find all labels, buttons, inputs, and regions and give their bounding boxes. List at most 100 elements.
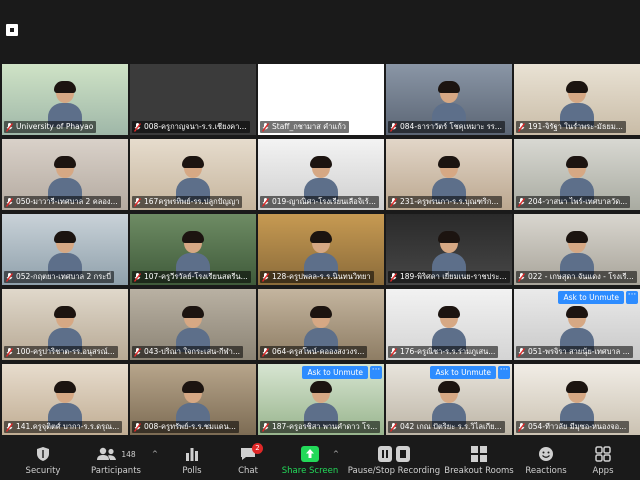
participant-avatar — [48, 306, 82, 352]
participant-tile[interactable]: 204-วาสนา ไพร์-เทศบาลวัด... — [514, 139, 640, 210]
participant-tile[interactable]: 050-มาวารี-เทศบาล 2 คลอง... — [2, 139, 128, 210]
reactions-button[interactable]: Reactions — [524, 440, 568, 480]
people-icon: 148 — [96, 444, 136, 464]
mic-muted-icon — [261, 422, 270, 432]
pause-stop-recording-button[interactable]: Pause/Stop Recording — [346, 440, 442, 480]
participant-name-label: 141.ครูจุติตศ์ บากา-ร.ร.ดรุณ... — [4, 421, 123, 433]
participant-tile[interactable]: 008-ครูทรัพย์-ร.ร.ชมแดน... — [130, 364, 256, 435]
mic-muted-icon — [261, 122, 270, 132]
participant-name-label: Staff_กชามาส คำแก้ว — [260, 121, 349, 133]
breakout-rooms-button[interactable]: Breakout Rooms — [444, 440, 514, 480]
participant-tile[interactable]: University of Phayao — [2, 64, 128, 135]
participant-tile[interactable]: 064-ครูสโพน์-คอองสงวงร... — [258, 289, 384, 360]
participant-tile[interactable]: 107-ครูวีรวัลย์-โรงเรียนสตรีน... — [130, 214, 256, 285]
participant-avatar — [304, 231, 338, 277]
more-options-button[interactable]: ··· — [498, 366, 510, 379]
participant-name-label: 100-ครูปาริชาต-รร.อนุสรณ์... — [4, 346, 118, 358]
participant-name-label: 043-ปริณา ใจกระเสน-กีฬา... — [132, 346, 244, 358]
share-screen-button[interactable]: Share Screen — [282, 440, 338, 480]
participant-name: 019-ญาณิศา-โรงเรียนเลือจิเร้... — [272, 197, 376, 206]
participant-avatar — [560, 81, 594, 127]
mic-muted-icon — [5, 422, 14, 432]
participant-tile[interactable]: 100-ครูปาริชาต-รร.อนุสรณ์... — [2, 289, 128, 360]
share-screen-icon — [301, 444, 319, 464]
mic-muted-icon — [517, 347, 526, 357]
security-button[interactable]: Security — [20, 440, 66, 480]
chat-button[interactable]: Chat 2 — [228, 440, 268, 480]
participant-tile[interactable]: 022 - เกษสุดา จันแดง - โรงเรี... — [514, 214, 640, 285]
participant-count: 148 — [121, 449, 136, 459]
participant-tile[interactable]: Staff_กชามาส คำแก้ว — [258, 64, 384, 135]
apps-button[interactable]: Apps — [586, 440, 620, 480]
participant-tile[interactable]: 019-ญาณิศา-โรงเรียนเลือจิเร้... — [258, 139, 384, 210]
participant-tile[interactable]: 176-ครูณิชา-ร.ร.ร่ามภูเสน... — [386, 289, 512, 360]
participant-name-label: 008-ครูกาญจนา-ร.ร.เชียงคา... — [132, 121, 250, 133]
mic-muted-icon — [389, 347, 398, 357]
poll-icon — [185, 444, 199, 464]
participant-avatar — [304, 381, 338, 427]
participant-tile[interactable]: 231-ครูพรนภา-ร.ร.บุณฑริก... — [386, 139, 512, 210]
more-options-button[interactable]: ··· — [626, 291, 638, 304]
share-caret-icon[interactable]: ^ — [333, 450, 339, 458]
participants-button[interactable]: 148 Participants — [88, 440, 144, 480]
participant-name: 231-ครูพรนภา-ร.ร.บุณฑริก... — [400, 197, 499, 206]
participant-tile[interactable]: 054-ทีาวลัย มีมุซอ-หนองจอ... — [514, 364, 640, 435]
participant-name-label: 128-ครูปพลล-ร.ร.นินทนวิทยา — [260, 271, 374, 283]
pause-stop-recording-label: Pause/Stop Recording — [347, 466, 441, 476]
participant-avatar — [48, 381, 82, 427]
participant-tile[interactable]: 008-ครูกาญจนา-ร.ร.เชียงคา... — [130, 64, 256, 135]
mic-muted-icon — [5, 197, 14, 207]
participant-name-label: 167ครูพรทิพย์-รร.ปลูกปัญญา — [132, 196, 243, 208]
participant-tile[interactable]: 128-ครูปพลล-ร.ร.นินทนวิทยา — [258, 214, 384, 285]
polls-button[interactable]: Polls — [172, 440, 212, 480]
participant-name-label: 022 - เกษสุดา จันแดง - โรงเรี... — [516, 271, 637, 283]
more-options-button[interactable]: ··· — [370, 366, 382, 379]
participant-tile[interactable]: 191-จิรัฐา ในร่ำพระ-มัธยม... — [514, 64, 640, 135]
mic-muted-icon — [517, 272, 526, 282]
participant-avatar — [560, 381, 594, 427]
participant-name: 043-ปริณา ใจกระเสน-กีฬา... — [144, 347, 241, 356]
participant-tile[interactable]: 187-ครูอรชิสา พานคำดาว โร... Ask to Unmut… — [258, 364, 384, 435]
participant-tile[interactable]: 043-ปริณา ใจกระเสน-กีฬา... — [130, 289, 256, 360]
ask-to-unmute-button[interactable]: Ask to Unmute — [302, 366, 368, 379]
participant-tile[interactable]: 084-ธาราวัตร์ โชคุเหมาะ รร... — [386, 64, 512, 135]
participant-tile[interactable]: 141.ครูจุติตศ์ บากา-ร.ร.ดรุณ... — [2, 364, 128, 435]
participant-name: 051-พรจิรา สายนุ้ย-เทศบาล ... — [528, 347, 630, 356]
meeting-toolbar: Security 148 Participants ^ Polls Chat 2… — [0, 440, 640, 480]
mic-muted-icon — [5, 122, 14, 132]
participant-avatar — [432, 306, 466, 352]
participant-name: 100-ครูปาริชาต-รร.อนุสรณ์... — [16, 347, 115, 356]
participant-name-label: 064-ครูสโพน์-คอองสงวงร... — [260, 346, 368, 358]
pause-stop-icon — [378, 444, 410, 464]
participant-name-label: 084-ธาราวัตร์ โชคุเหมาะ รร... — [388, 121, 505, 133]
mic-muted-icon — [5, 272, 14, 282]
participant-name: 022 - เกษสุดา จันแดง - โรงเรี... — [528, 272, 634, 281]
stop-square-icon[interactable] — [6, 24, 18, 36]
participant-name: 054-ทีาวลัย มีมุซอ-หนองจอ... — [528, 422, 627, 431]
participant-tile[interactable]: 167ครูพรทิพย์-รร.ปลูกปัญญา — [130, 139, 256, 210]
participant-name: 187-ครูอรชิสา พานคำดาว โร... — [272, 422, 378, 431]
participant-name: 204-วาสนา ไพร์-เทศบาลวัด... — [528, 197, 628, 206]
participant-tile[interactable]: 052-กฤตยา-เทศบาล 2 กระบี่ — [2, 214, 128, 285]
participant-avatar — [432, 381, 466, 427]
mic-muted-icon — [517, 122, 526, 132]
participant-avatar — [176, 381, 210, 427]
participant-name-label: University of Phayao — [4, 121, 97, 133]
participants-caret-icon[interactable]: ^ — [152, 450, 158, 458]
participant-tile[interactable]: 189-พิริศดา เยี่ยมเนย-ราชประ... — [386, 214, 512, 285]
ask-to-unmute-button[interactable]: Ask to Unmute — [430, 366, 496, 379]
participant-tile[interactable]: 042 เกณ ปัตริยะ ร.ร.วิไลเกีย... Ask to Un… — [386, 364, 512, 435]
breakout-rooms-label: Breakout Rooms — [444, 466, 514, 476]
mic-muted-icon — [261, 347, 270, 357]
ask-to-unmute-button[interactable]: Ask to Unmute — [558, 291, 624, 304]
mic-muted-icon — [133, 347, 142, 357]
participant-name-label: 107-ครูวีรวัลย์-โรงเรียนสตรีน... — [132, 271, 251, 283]
mic-muted-icon — [389, 197, 398, 207]
video-gallery: University of Phayao 008-ครูกาญจนา-ร.ร.เช… — [0, 64, 640, 435]
participant-tile[interactable]: 051-พรจิรา สายนุ้ย-เทศบาล ... Ask to Unmu… — [514, 289, 640, 360]
participant-name: 176-ครูณิชา-ร.ร.ร่ามภูเสน... — [400, 347, 496, 356]
participant-name: University of Phayao — [16, 122, 94, 131]
participant-name: 008-ครูกาญจนา-ร.ร.เชียงคา... — [144, 122, 247, 131]
mic-muted-icon — [389, 272, 398, 282]
participant-name: 189-พิริศดา เยี่ยมเนย-ราชประ... — [400, 272, 507, 281]
